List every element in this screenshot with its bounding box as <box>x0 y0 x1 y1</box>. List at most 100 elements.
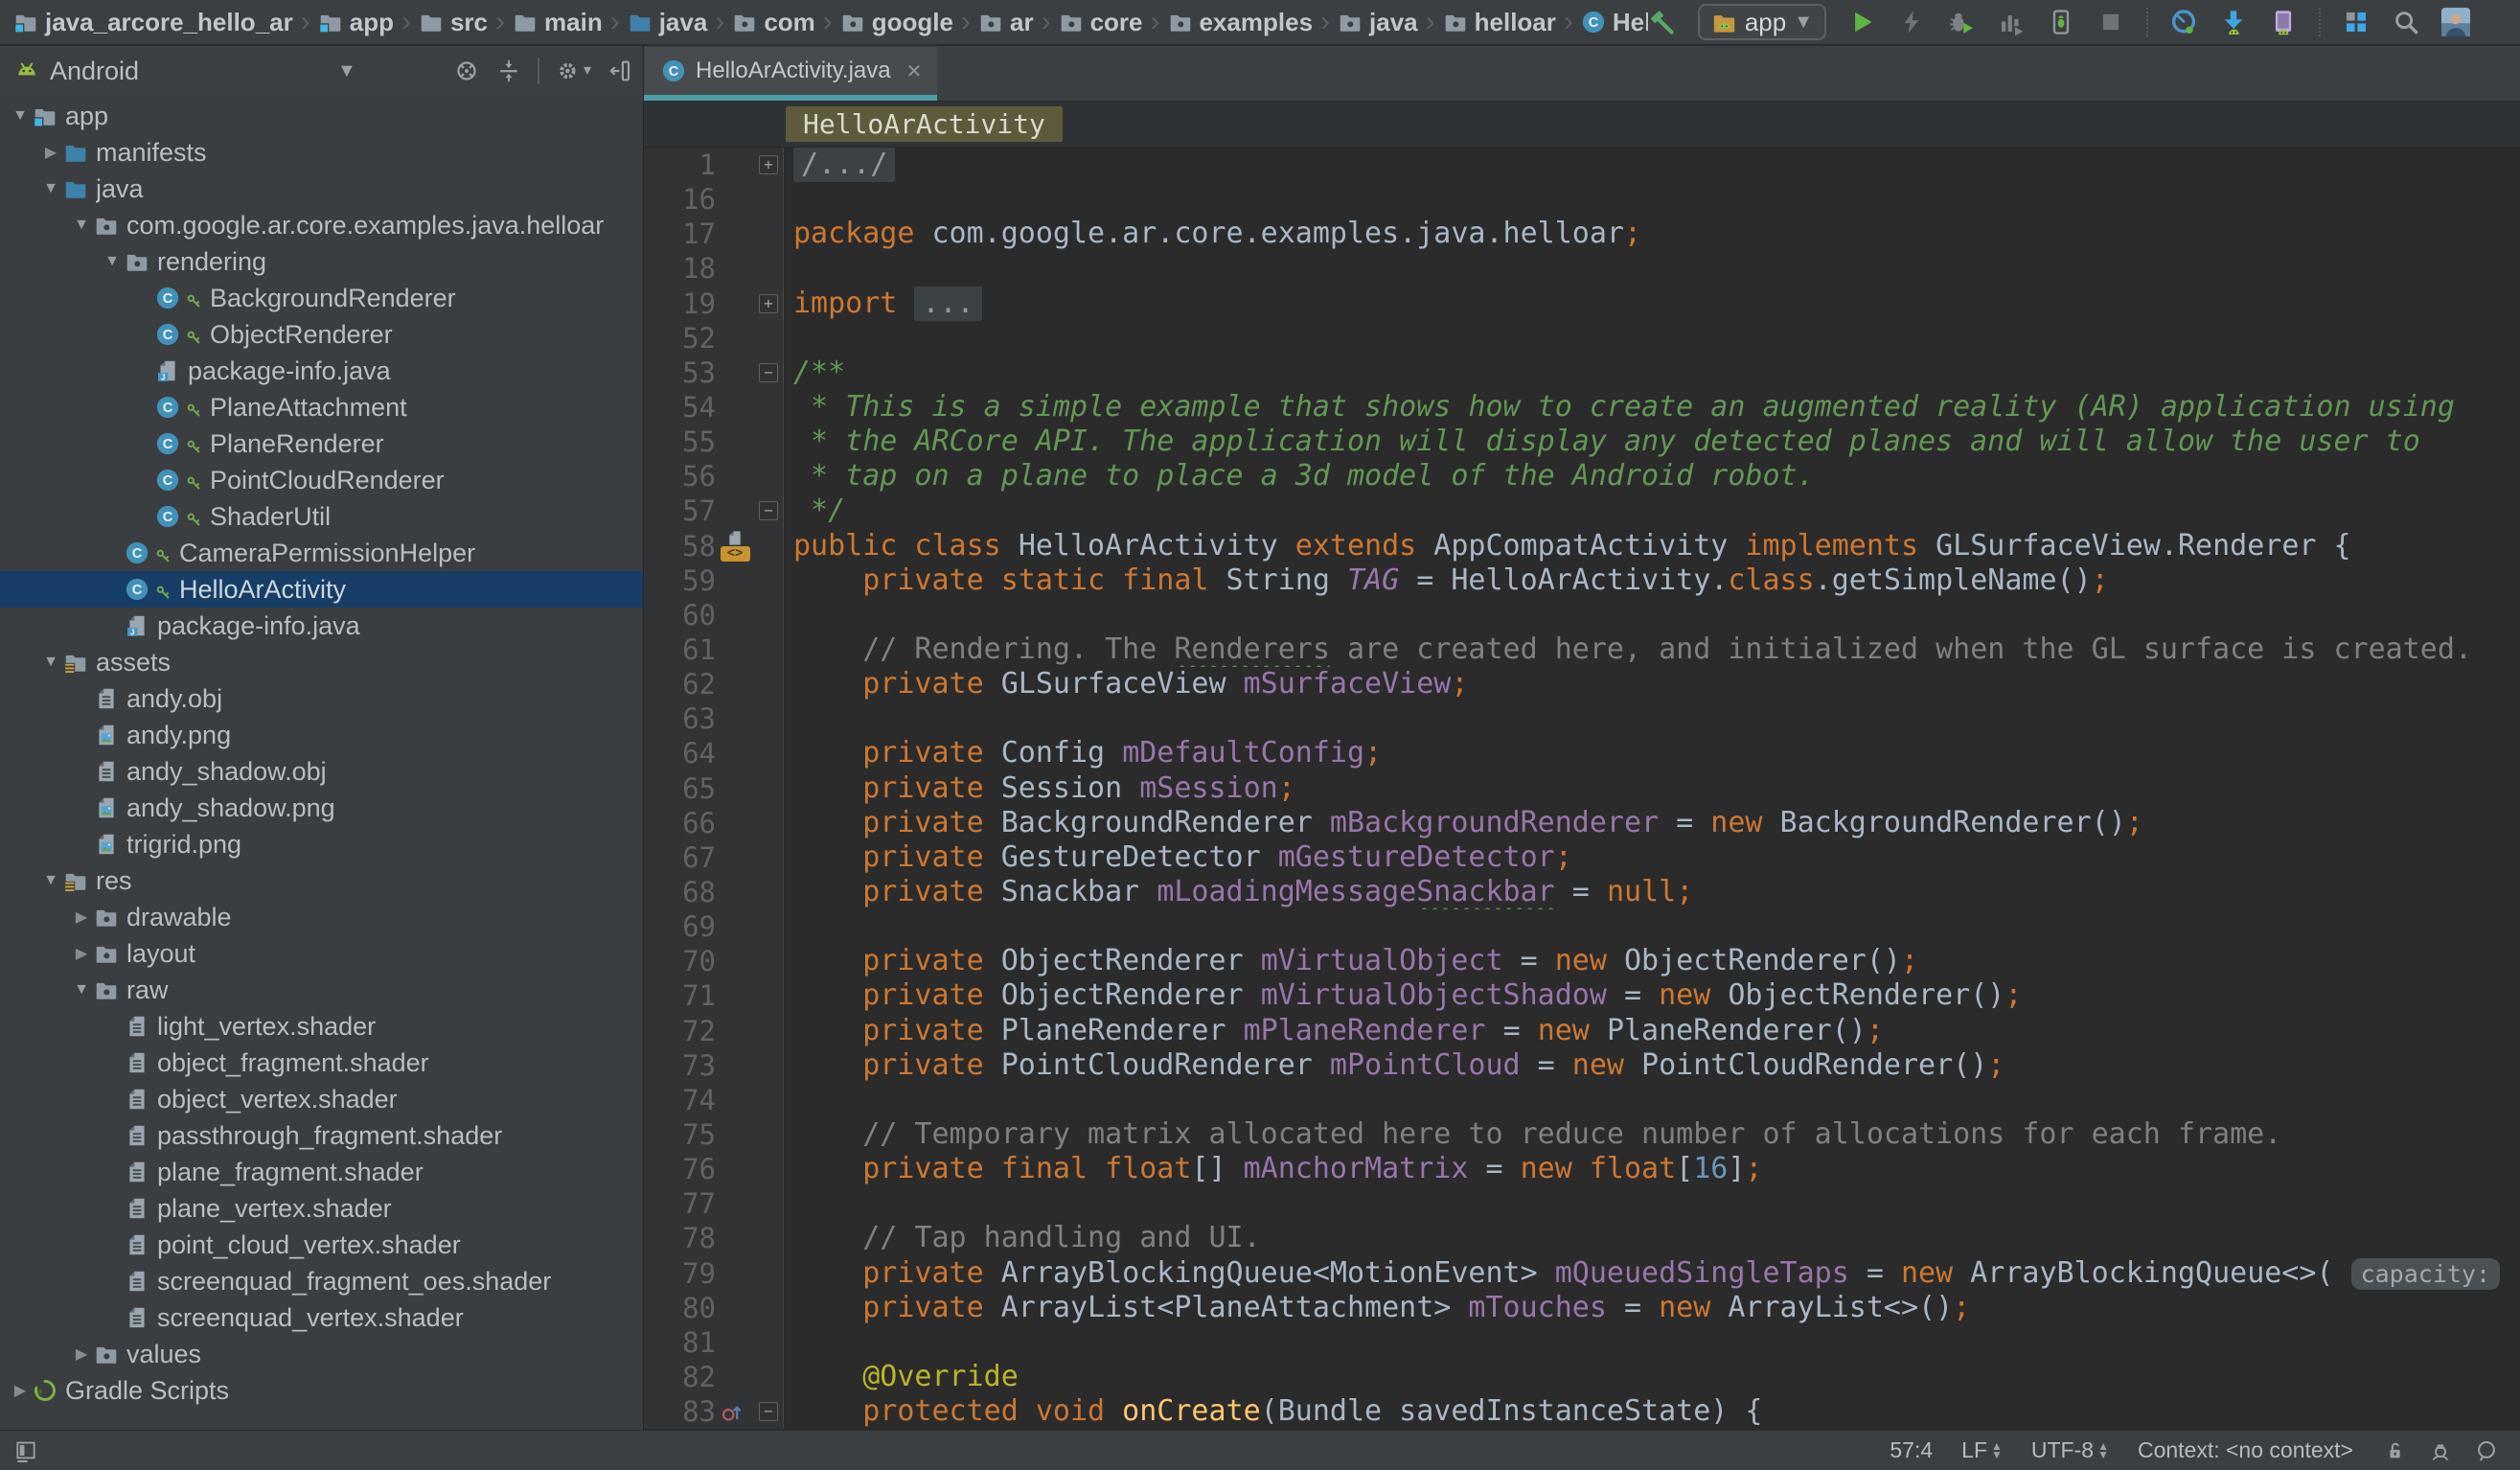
tree-item-object-fragment-shader[interactable]: object_fragment.shader <box>0 1045 643 1081</box>
code-text[interactable]: import ... <box>784 287 2520 321</box>
code-line-80[interactable]: 80 private ArrayList<PlaneAttachment> mT… <box>644 1291 2520 1325</box>
code-text[interactable] <box>784 321 2520 356</box>
code-text[interactable]: // Temporary matrix allocated here to re… <box>784 1117 2520 1152</box>
tree-item-objectrenderer[interactable]: CObjectRenderer <box>0 316 643 353</box>
fold-collapse-icon[interactable]: − <box>759 1402 778 1421</box>
tree-item-andy-shadow-png[interactable]: andy_shadow.png <box>0 790 643 826</box>
code-line-72[interactable]: 72 private PlaneRenderer mPlaneRenderer … <box>644 1014 2520 1048</box>
fold-collapse-icon[interactable]: − <box>759 501 778 520</box>
fold-expand-icon[interactable]: + <box>759 155 778 174</box>
code-viewport[interactable]: 1+/.../1617package com.google.ar.core.ex… <box>644 148 2520 1430</box>
gutter[interactable]: 72 <box>644 1014 784 1048</box>
project-tree[interactable]: ▼app▶manifests▼java▼com.google.ar.core.e… <box>0 96 643 1430</box>
code-line-69[interactable]: 69 <box>644 909 2520 944</box>
code-line-65[interactable]: 65 private Session mSession; <box>644 771 2520 806</box>
tree-item-package-info-java[interactable]: Jpackage-info.java <box>0 353 643 389</box>
code-line-76[interactable]: 76 private final float[] mAnchorMatrix =… <box>644 1152 2520 1186</box>
code-line-79[interactable]: 79 private ArrayBlockingQueue<MotionEven… <box>644 1256 2520 1291</box>
tree-item-andy-shadow-obj[interactable]: andy_shadow.obj <box>0 753 643 790</box>
apply-changes-button[interactable] <box>1897 8 1926 36</box>
hide-panel-button[interactable] <box>607 57 633 84</box>
editor-lock-button[interactable] <box>2382 1438 2407 1463</box>
code-line-55[interactable]: 55 * the ARCore API. The application wil… <box>644 425 2520 459</box>
breadcrumb-item-java_arcore_hello_ar[interactable]: java_arcore_hello_ar <box>13 8 293 37</box>
tree-item-values[interactable]: ▶values <box>0 1336 643 1372</box>
view-options-button[interactable]: ▾ <box>555 57 591 84</box>
highlighting-level-button[interactable] <box>2428 1438 2453 1463</box>
breadcrumb-item-com[interactable]: com <box>732 8 814 37</box>
code-line-71[interactable]: 71 private ObjectRenderer mVirtualObject… <box>644 978 2520 1013</box>
chevron-expanded-icon[interactable]: ▼ <box>69 981 94 999</box>
breadcrumb-item-google[interactable]: google <box>840 8 953 37</box>
chevron-expanded-icon[interactable]: ▼ <box>38 872 63 889</box>
tree-item-plane-vertex-shader[interactable]: plane_vertex.shader <box>0 1190 643 1227</box>
code-line-67[interactable]: 67 private GestureDetector mGestureDetec… <box>644 840 2520 875</box>
chevron-expanded-icon[interactable]: ▼ <box>38 180 63 197</box>
code-line-60[interactable]: 60 <box>644 598 2520 632</box>
code-text[interactable]: * This is a simple example that shows ho… <box>784 390 2520 425</box>
code-line-52[interactable]: 52 <box>644 321 2520 356</box>
context-widget[interactable]: Context: <no context> <box>2138 1437 2353 1463</box>
tree-item-andy-png[interactable]: andy.png <box>0 717 643 753</box>
tree-item-passthrough-fragment-shader[interactable]: passthrough_fragment.shader <box>0 1117 643 1154</box>
tree-item-rendering[interactable]: ▼rendering <box>0 243 643 280</box>
gutter[interactable]: 80 <box>644 1291 784 1325</box>
code-text[interactable] <box>784 1083 2520 1117</box>
breadcrumb-item-java[interactable]: java <box>628 8 708 37</box>
run-button[interactable] <box>1847 8 1876 36</box>
gutter[interactable]: 60 <box>644 598 784 632</box>
code-text[interactable]: private Session mSession; <box>784 771 2520 806</box>
code-line-64[interactable]: 64 private Config mDefaultConfig; <box>644 736 2520 770</box>
code-text[interactable]: private GestureDetector mGestureDetector… <box>784 840 2520 875</box>
tree-item-assets[interactable]: ▼assets <box>0 644 643 680</box>
code-line-70[interactable]: 70 private ObjectRenderer mVirtualObject… <box>644 944 2520 978</box>
code-text[interactable]: package com.google.ar.core.examples.java… <box>784 217 2520 251</box>
gutter[interactable]: 64 <box>644 736 784 770</box>
code-text[interactable]: /** <box>784 356 2520 390</box>
gutter[interactable]: 70 <box>644 944 784 978</box>
search-everywhere-button[interactable] <box>2392 8 2420 36</box>
user-avatar-button[interactable] <box>2441 8 2470 36</box>
code-text[interactable] <box>784 251 2520 286</box>
code-text[interactable]: private ObjectRenderer mVirtualObject = … <box>784 944 2520 978</box>
code-line-83[interactable]: 83− protected void onCreate(Bundle saved… <box>644 1394 2520 1429</box>
gutter[interactable]: 77 <box>644 1186 784 1221</box>
chevron-collapsed-icon[interactable]: ▶ <box>69 944 94 963</box>
gutter[interactable]: 19+ <box>644 287 784 321</box>
breadcrumb-item-helloar[interactable]: helloar <box>1443 8 1556 37</box>
tree-item-screenquad-vertex-shader[interactable]: screenquad_vertex.shader <box>0 1299 643 1336</box>
gutter[interactable]: 54 <box>644 390 784 425</box>
gutter[interactable]: 78 <box>644 1221 784 1255</box>
overrides-method-icon[interactable] <box>720 1399 745 1424</box>
code-text[interactable]: /.../ <box>784 148 2520 182</box>
tree-item-trigrid-png[interactable]: trigrid.png <box>0 826 643 862</box>
code-text[interactable]: * tap on a plane to place a 3d model of … <box>784 459 2520 494</box>
code-text[interactable]: private ObjectRenderer mVirtualObjectSha… <box>784 978 2520 1013</box>
chevron-down-icon[interactable]: ▼ <box>337 60 356 82</box>
tree-item-res[interactable]: ▼res <box>0 862 643 899</box>
tree-item-andy-obj[interactable]: andy.obj <box>0 680 643 717</box>
profile-button[interactable] <box>1997 8 2026 36</box>
tree-item-camerapermissionhelper[interactable]: CCameraPermissionHelper <box>0 535 643 571</box>
code-line-81[interactable]: 81 <box>644 1325 2520 1360</box>
gutter[interactable]: 66 <box>644 806 784 840</box>
encoding-widget[interactable]: UTF-8▲▼ <box>2031 1437 2109 1463</box>
code-text[interactable] <box>784 909 2520 944</box>
tree-item-raw[interactable]: ▼raw <box>0 972 643 1008</box>
tree-item-app[interactable]: ▼app <box>0 98 643 134</box>
tree-item-package-info-java[interactable]: Jpackage-info.java <box>0 608 643 644</box>
tree-item-drawable[interactable]: ▶drawable <box>0 899 643 935</box>
breadcrumb-item-ar[interactable]: ar <box>978 8 1034 37</box>
code-text[interactable]: private PlaneRenderer mPlaneRenderer = n… <box>784 1014 2520 1048</box>
code-text[interactable]: private Config mDefaultConfig; <box>784 736 2520 770</box>
tree-item-point-cloud-vertex-shader[interactable]: point_cloud_vertex.shader <box>0 1227 643 1263</box>
code-line-68[interactable]: 68 private Snackbar mLoadingMessageSnack… <box>644 875 2520 909</box>
tab-helloaractivity[interactable]: C HelloArActivity.java ✕ <box>644 47 937 101</box>
breadcrumb-item-core[interactable]: core <box>1059 8 1143 37</box>
chevron-expanded-icon[interactable]: ▼ <box>100 253 125 270</box>
fold-collapse-icon[interactable]: − <box>759 363 778 382</box>
close-icon[interactable]: ✕ <box>906 59 923 83</box>
gutter[interactable]: 63 <box>644 701 784 736</box>
gutter[interactable]: 55 <box>644 425 784 459</box>
project-view-selector[interactable]: Android <box>50 57 139 86</box>
